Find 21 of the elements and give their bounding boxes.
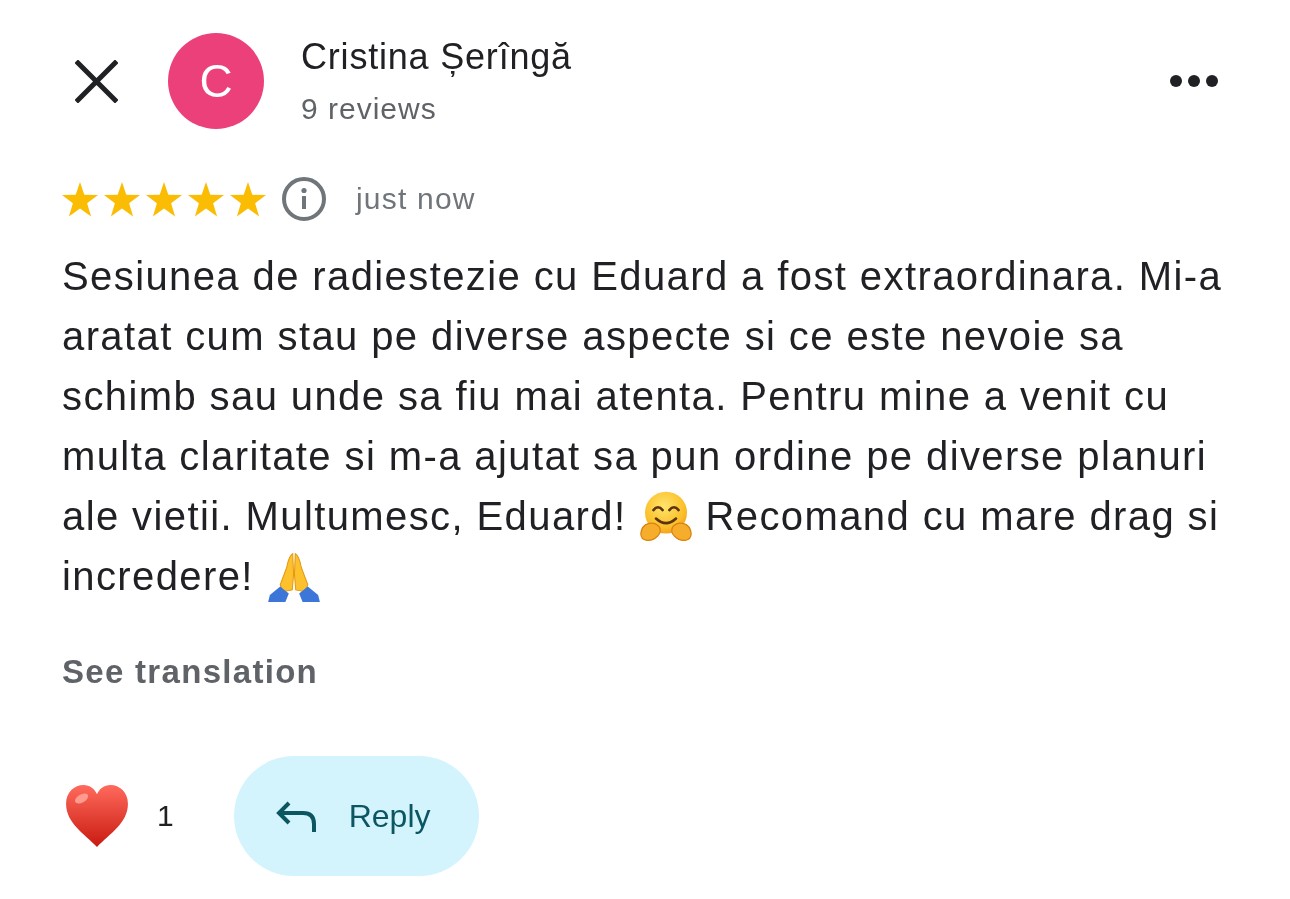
star-icon [104, 181, 140, 217]
review-text: Sesiunea de radiestezie cu Eduard a fost extraordinara. Mi-a aratat cum stau pe diverse aspecte si ce este nevoie sa schimb sau unde sa fiu mai atenta. Pentru mine a venit cu multa claritate si m-a ajutat sa pun ordine pe diverse planuri ale vietii. Multumesc, Eduard! Recomand cu mare drag si incredere! [62, 246, 1242, 606]
reaction-count: 1 [157, 798, 174, 834]
heart-icon[interactable] [64, 784, 130, 848]
hugging-face-emoji-icon [638, 490, 693, 542]
review-count: 9 reviews [301, 91, 438, 127]
see-translation-link[interactable]: See translation [62, 652, 319, 692]
info-icon[interactable] [282, 177, 326, 221]
more-options-icon [1170, 75, 1218, 87]
reply-arrow-icon [275, 800, 317, 832]
close-button[interactable] [75, 59, 118, 103]
star-icon [62, 181, 98, 217]
avatar: C [168, 33, 264, 129]
star-icon [146, 181, 182, 217]
reply-button[interactable]: Reply [233, 756, 479, 876]
star-icon [188, 181, 224, 217]
close-icon [75, 59, 118, 103]
reviewer-name[interactable]: Cristina Șerîngă [301, 35, 572, 79]
praying-hands-emoji-icon [266, 552, 323, 602]
star-icon [230, 181, 266, 217]
review-time: just now [356, 181, 476, 217]
